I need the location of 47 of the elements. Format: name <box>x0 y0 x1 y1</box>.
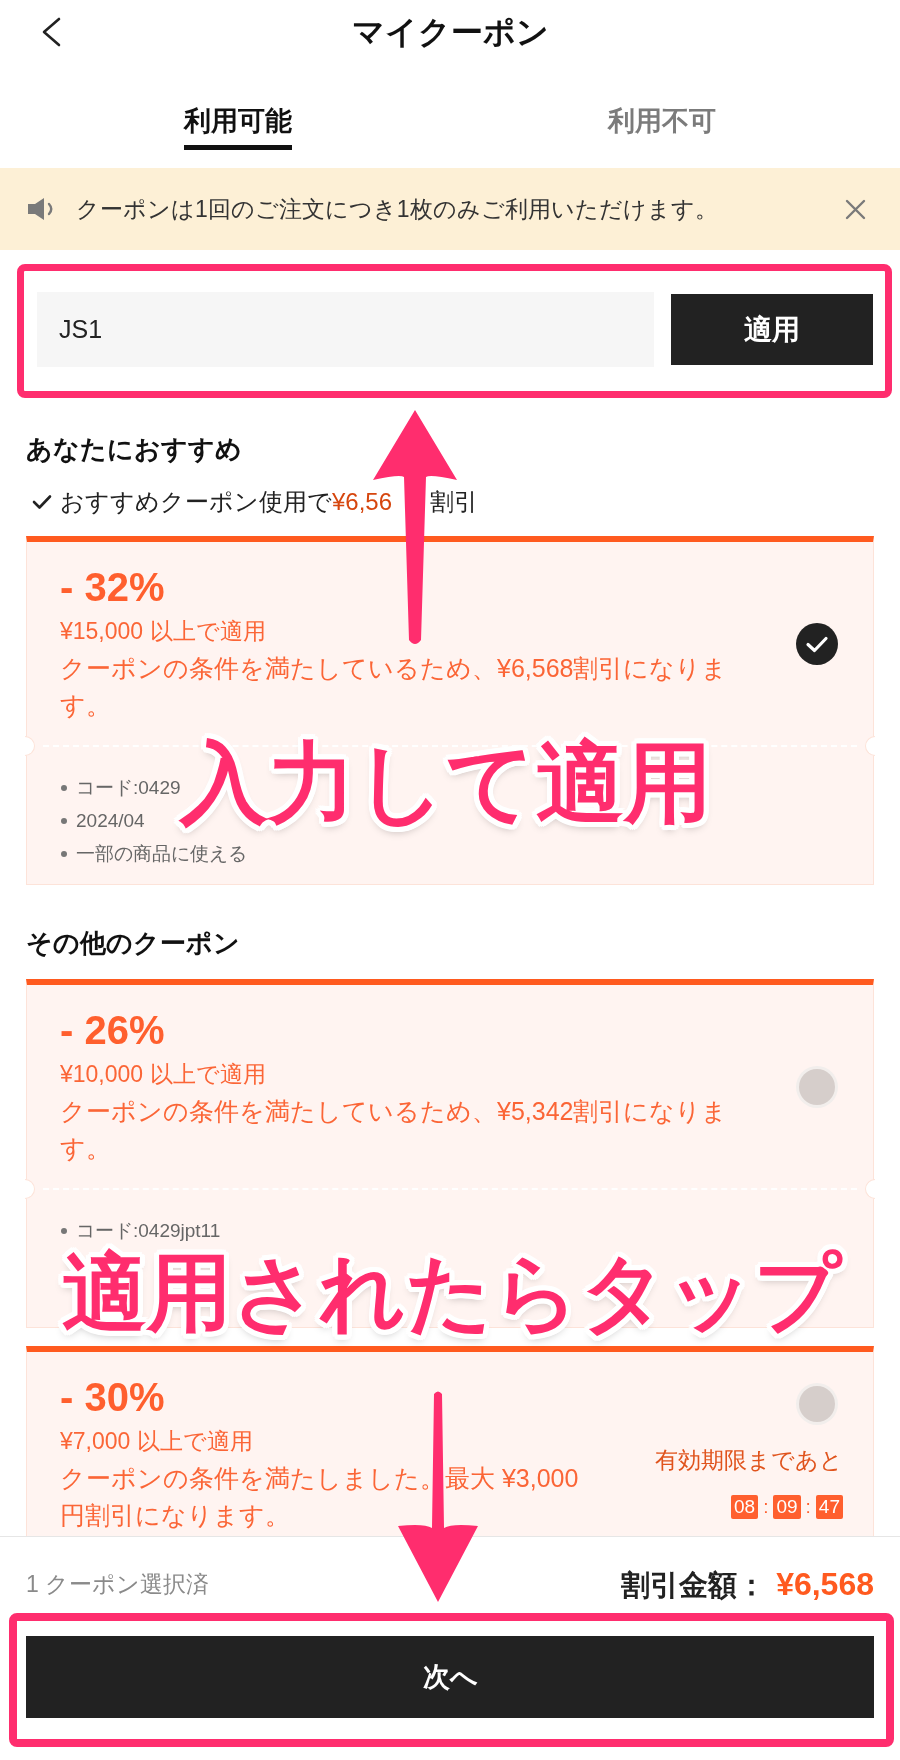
next-button[interactable]: 次へ <box>26 1636 874 1718</box>
discount-percent: - 32% <box>60 564 166 611</box>
timer-digits: 09 <box>773 1495 801 1519</box>
coupon-description: クーポンの条件を満たしているため、¥5,342割引になります。 <box>60 1096 729 1164</box>
timer-digits: 08 <box>731 1495 759 1519</box>
ticket-notch-icon <box>865 736 875 756</box>
selected-count-text: 1 クーポン選択済 <box>26 1569 210 1599</box>
apply-button[interactable]: 適用 <box>671 294 873 365</box>
radio-icon[interactable] <box>796 1383 838 1425</box>
bullet-icon <box>61 817 67 824</box>
timer-separator: : <box>804 1495 812 1519</box>
bullet-icon <box>61 1227 67 1234</box>
discount-total-label: 割引金額： <box>621 1568 767 1603</box>
timer-separator: : <box>762 1495 770 1519</box>
minimum-spend-condition: ¥15,000 以上で適用 <box>60 617 267 646</box>
minimum-spend-condition: ¥10,000 以上で適用 <box>60 1060 267 1089</box>
ticket-notch-icon <box>865 1179 875 1199</box>
radio-icon[interactable] <box>796 1065 838 1108</box>
checked-radio-icon[interactable] <box>796 622 838 665</box>
coupon-code-field[interactable]: JS1 <box>37 292 654 367</box>
section-heading: あなたにおすすめ <box>26 433 243 466</box>
section-heading: その他のクーポン <box>26 927 241 960</box>
tab[interactable]: 利用不可 <box>608 103 716 150</box>
ticket-notch-icon <box>25 1179 35 1199</box>
page-title: マイクーポン <box>351 13 549 52</box>
annotation-caption: 適用されたらタップ <box>62 1250 841 1335</box>
bullet-icon <box>61 784 67 791</box>
discount-percent: - 26% <box>60 1007 166 1054</box>
minimum-spend-condition: ¥7,000 以上で適用 <box>60 1427 254 1456</box>
coupon-description: クーポンの条件を満たしました。最大 ¥3,000円割引になります。 <box>60 1463 580 1531</box>
tab[interactable]: 利用可能 <box>184 103 292 150</box>
back-icon[interactable] <box>40 17 62 47</box>
countdown-label: 有効期限まであと <box>655 1446 843 1475</box>
timer-digits: 47 <box>815 1495 843 1519</box>
discount-total-value: ¥6,568 <box>776 1565 874 1604</box>
discount-percent: - 30% <box>60 1374 166 1421</box>
bullet-icon <box>61 850 67 857</box>
coupon-detail-text: コード:0429 <box>76 776 181 798</box>
recommendation-note: おすすめクーポン使用で¥6,56 割引 <box>60 487 479 517</box>
close-icon[interactable] <box>845 198 866 220</box>
coupon-detail-text: 2024/04 <box>76 808 145 833</box>
coupon-detail-text: 一部の商品に使える <box>76 841 247 866</box>
coupon-detail-text: コード:0429jpt11 <box>76 1218 221 1243</box>
notice-text: クーポンは1回のご注文につき1枚のみご利用いただけます。 <box>76 195 719 224</box>
coupon-description: クーポンの条件を満たしているため、¥6,568割引になります。 <box>60 653 729 721</box>
ticket-notch-icon <box>25 736 35 756</box>
check-icon <box>32 494 52 510</box>
